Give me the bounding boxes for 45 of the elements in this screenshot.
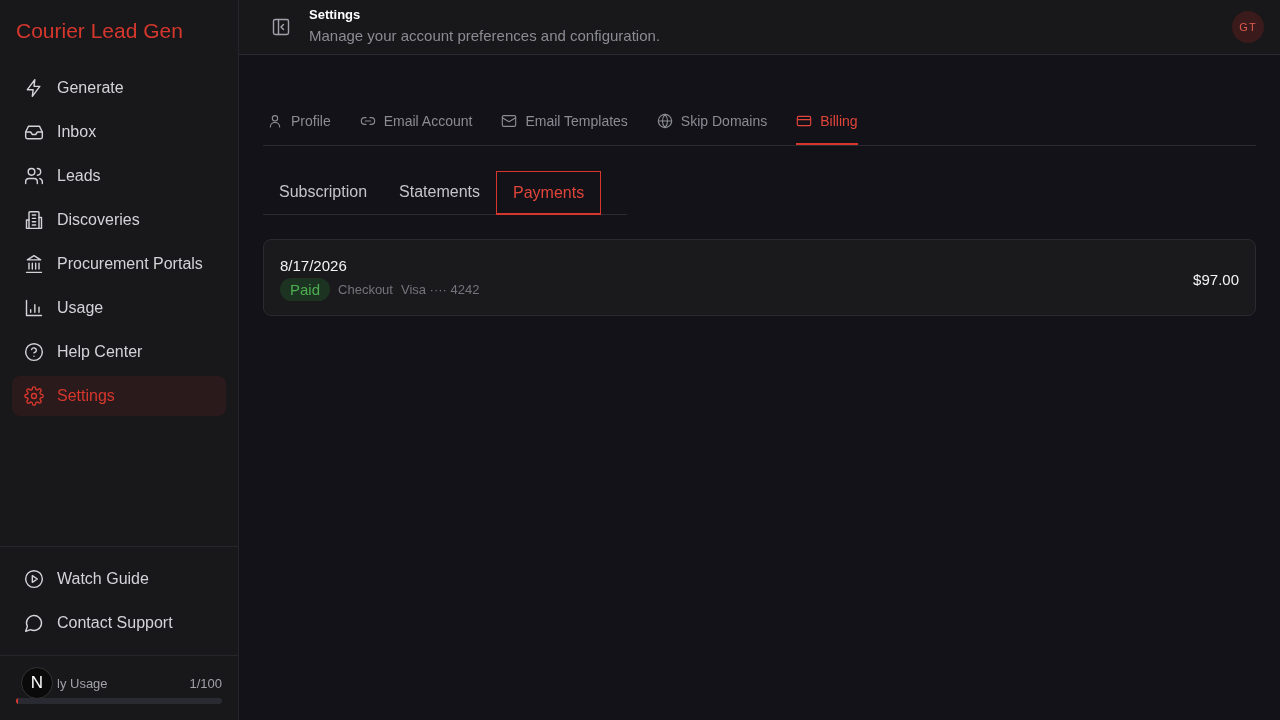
credit-card-icon <box>796 113 813 129</box>
settings-tab[interactable]: Billing <box>796 99 858 145</box>
inbox-icon <box>24 122 44 142</box>
dev-tools-button[interactable]: N <box>21 667 53 699</box>
nav-item[interactable]: Leads <box>12 156 226 196</box>
nav-item[interactable]: Usage <box>12 288 226 328</box>
nav-item[interactable]: Help Center <box>12 332 226 372</box>
bar-chart-icon <box>24 298 44 318</box>
page-subtitle: Manage your account preferences and configuration. <box>309 27 662 44</box>
play-icon <box>24 569 44 589</box>
help-icon <box>24 342 44 362</box>
subsection-tab[interactable]: Payments <box>496 171 602 215</box>
app-logo: Courier Lead Gen <box>15 18 184 44</box>
users-icon <box>24 166 44 186</box>
user-avatar[interactable]: GT <box>1232 11 1264 43</box>
nav-item[interactable]: Watch Guide <box>12 559 226 599</box>
subsection-tab[interactable]: Subscription <box>263 171 384 215</box>
usage-reading: 1/100 <box>189 675 222 691</box>
card-number: Visa ···· 4242 <box>400 282 480 297</box>
payment-source: Checkout <box>338 282 393 297</box>
nav-item[interactable]: Discoveries <box>12 200 226 240</box>
nav-item[interactable]: Settings <box>12 376 226 416</box>
person-icon <box>267 113 283 129</box>
payment-amount: $97.00 <box>1193 270 1239 288</box>
subsection-tab[interactable]: Statements <box>383 171 496 215</box>
usage-label: ly Usage <box>57 675 108 691</box>
nav-item[interactable]: Inbox <box>12 112 226 152</box>
sidebar-toggle-button[interactable] <box>271 17 291 37</box>
gear-icon <box>24 386 44 406</box>
panel-toggle-icon <box>271 17 291 37</box>
chat-bubble-icon <box>24 613 44 633</box>
nav-item[interactable]: Procurement Portals <box>12 244 226 284</box>
status-badge: Paid <box>280 278 331 301</box>
settings-tab[interactable]: Skip Domains <box>656 99 768 145</box>
settings-tab[interactable]: Email Account <box>359 99 473 145</box>
nav-item[interactable]: Contact Support <box>12 603 226 643</box>
payment-date: 8/17/2026 <box>280 257 348 274</box>
nav-item[interactable]: Generate <box>12 68 226 108</box>
building-icon <box>24 210 44 230</box>
settings-tab[interactable]: Profile <box>267 99 331 145</box>
bank-icon <box>24 254 44 274</box>
envelope-icon <box>501 113 518 129</box>
globe-icon <box>656 113 673 129</box>
settings-tab[interactable]: Email Templates <box>501 99 628 145</box>
page-title: Settings <box>309 7 362 22</box>
